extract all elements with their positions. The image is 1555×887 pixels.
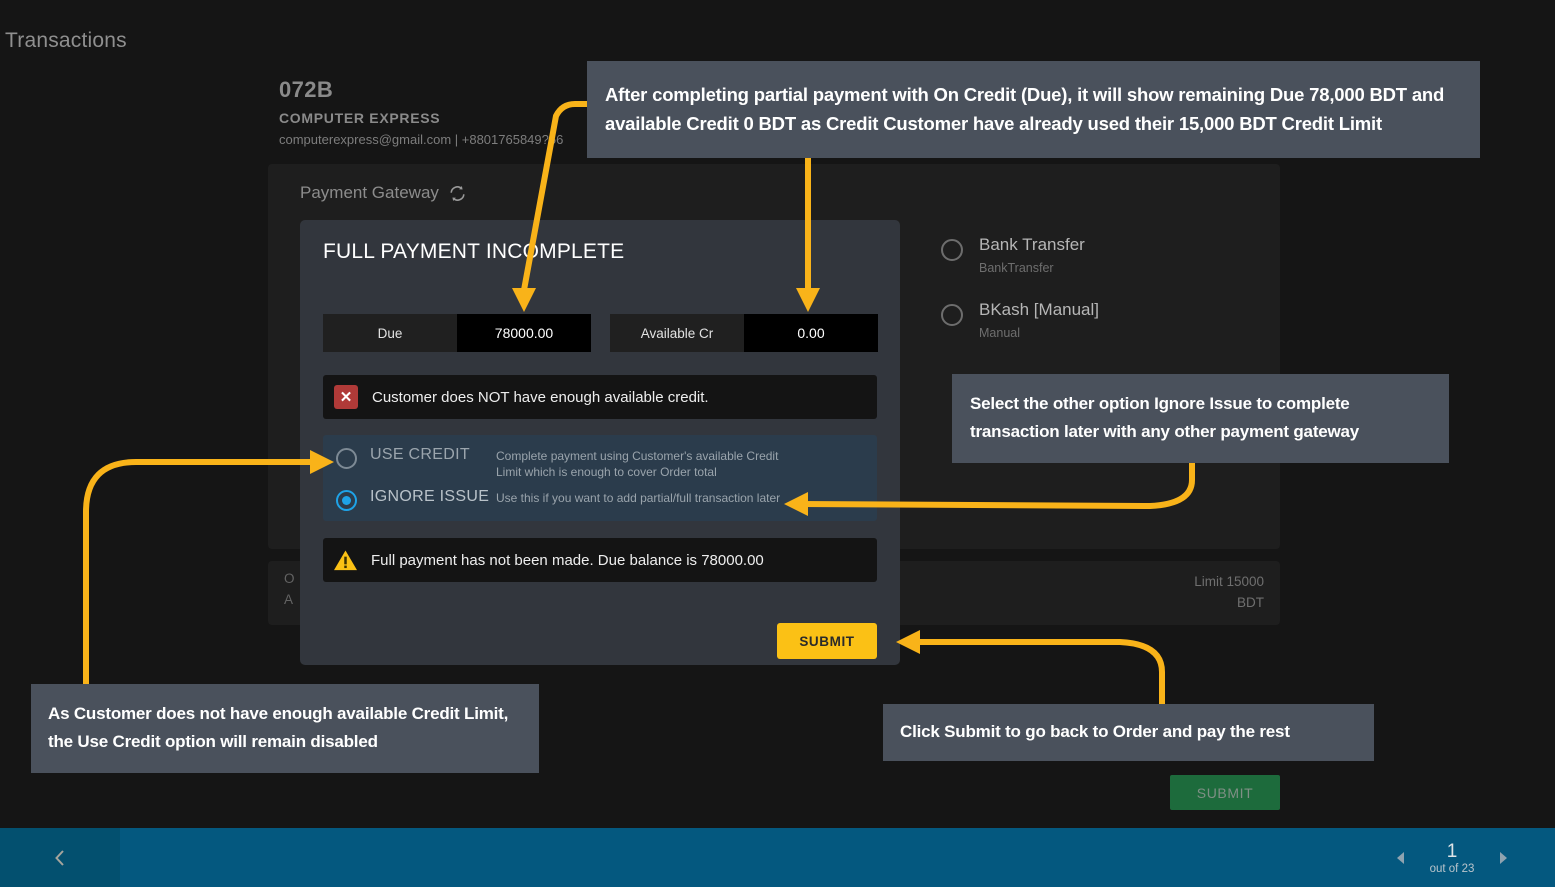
error-alert: ✕ Customer does NOT have enough availabl… xyxy=(323,375,877,419)
warning-alert-text: Full payment has not been made. Due bala… xyxy=(371,551,764,569)
customer-name: COMPUTER EXPRESS xyxy=(279,110,441,126)
due-group: Due 78000.00 xyxy=(323,314,591,352)
triangle-right-icon[interactable] xyxy=(1498,851,1509,865)
due-label: Due xyxy=(323,314,457,352)
payment-method-bank-transfer[interactable]: Bank Transfer BankTransfer xyxy=(941,234,1099,275)
full-payment-incomplete-dialog: FULL PAYMENT INCOMPLETE Due 78000.00 Ava… xyxy=(300,220,900,665)
payment-gateway-label-text: Payment Gateway xyxy=(300,183,439,202)
pagination-total: out of 23 xyxy=(1429,862,1475,875)
page-submit-button[interactable]: SUBMIT xyxy=(1170,775,1280,810)
chevron-left-icon xyxy=(55,849,64,866)
customer-code: 072B xyxy=(279,77,334,102)
payment-method-list: Bank Transfer BankTransfer BKash [Manual… xyxy=(941,234,1099,364)
resolution-choice-group: USE CREDIT Complete payment using Custom… xyxy=(323,435,877,521)
available-credit-label: Available Cr xyxy=(610,314,744,352)
radio-ignore-issue[interactable] xyxy=(336,490,357,511)
customer-contact: computerexpress@gmail.com | +8801765849?… xyxy=(279,132,564,147)
pagination: 1 out of 23 xyxy=(1362,828,1542,887)
annotation-left: As Customer does not have enough availab… xyxy=(31,684,539,773)
warning-triangle-icon xyxy=(334,549,357,570)
due-value: 78000.00 xyxy=(457,314,591,352)
payment-method-text: BKash [Manual] Manual xyxy=(979,299,1099,340)
page-title: Transactions xyxy=(5,29,127,52)
choice-use-credit[interactable]: USE CREDIT Complete payment using Custom… xyxy=(323,444,877,480)
amount-row: Due 78000.00 Available Cr 0.00 xyxy=(323,314,878,352)
radio-use-credit[interactable] xyxy=(336,448,357,469)
triangle-left-icon[interactable] xyxy=(1395,851,1406,865)
pagination-current-page: 1 xyxy=(1446,840,1458,862)
choice-ignore-issue-label: IGNORE ISSUE xyxy=(370,488,490,505)
payment-method-sub: Manual xyxy=(979,326,1020,340)
refresh-icon[interactable] xyxy=(448,184,467,203)
dialog-title: FULL PAYMENT INCOMPLETE xyxy=(323,240,625,263)
payment-method-bkash-manual[interactable]: BKash [Manual] Manual xyxy=(941,299,1099,340)
radio-bank-transfer[interactable] xyxy=(941,239,963,261)
credit-limit-currency: BDT xyxy=(1237,595,1264,610)
annotation-right: Select the other option Ignore Issue to … xyxy=(952,374,1449,463)
dialog-submit-button[interactable]: SUBMIT xyxy=(777,623,877,659)
bottom-bar: 1 out of 23 xyxy=(0,828,1555,887)
choice-ignore-issue[interactable]: IGNORE ISSUE Use this if you want to add… xyxy=(323,486,877,511)
payment-gateway-label: Payment Gateway xyxy=(300,183,467,203)
payment-method-title: BKash [Manual] xyxy=(979,300,1100,319)
error-alert-text: Customer does NOT have enough available … xyxy=(372,388,709,406)
payment-method-title: Bank Transfer xyxy=(979,235,1085,254)
available-credit-value: 0.00 xyxy=(744,314,878,352)
app-root: Transactions 072B COMPUTER EXPRESS compu… xyxy=(0,0,1555,887)
back-button[interactable] xyxy=(0,828,120,887)
choice-use-credit-label: USE CREDIT xyxy=(370,446,470,463)
credit-info-line2: A xyxy=(284,592,294,607)
payment-method-sub: BankTransfer xyxy=(979,261,1054,275)
credit-info-line1: O xyxy=(284,571,295,586)
credit-info-left: O A xyxy=(284,568,295,610)
radio-bkash-manual[interactable] xyxy=(941,304,963,326)
credit-limit-amount: Limit 15000 xyxy=(1194,574,1264,589)
credit-limit: Limit 15000 BDT xyxy=(1134,571,1264,613)
payment-method-text: Bank Transfer BankTransfer xyxy=(979,234,1085,275)
choice-ignore-issue-desc: Use this if you want to add partial/full… xyxy=(496,491,781,505)
warning-alert: Full payment has not been made. Due bala… xyxy=(323,538,877,582)
available-credit-group: Available Cr 0.00 xyxy=(610,314,878,352)
error-x-icon: ✕ xyxy=(334,385,358,409)
annotation-bottom: Click Submit to go back to Order and pay… xyxy=(883,704,1374,761)
pagination-info: 1 out of 23 xyxy=(1430,841,1475,875)
annotation-top: After completing partial payment with On… xyxy=(587,61,1480,158)
choice-use-credit-desc: Complete payment using Customer's availa… xyxy=(496,449,779,479)
